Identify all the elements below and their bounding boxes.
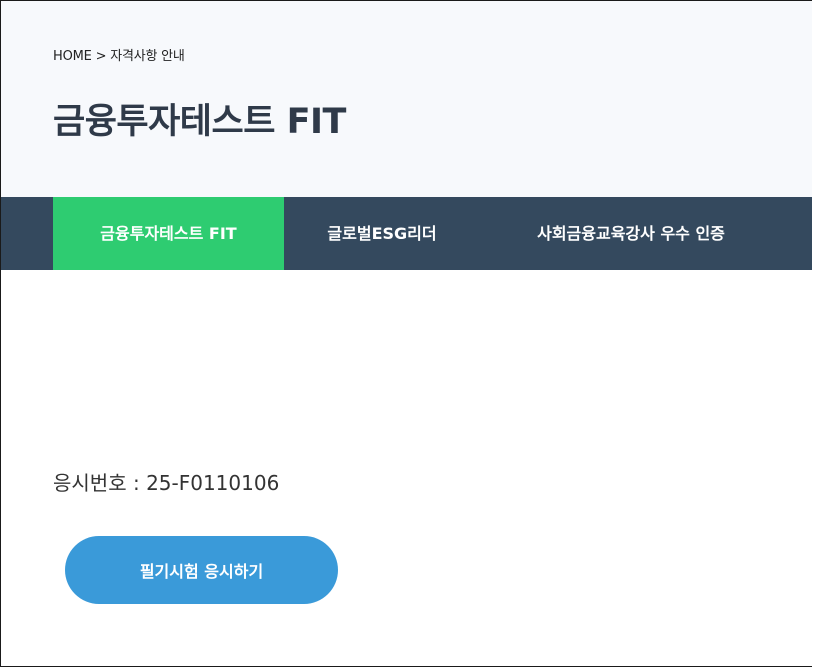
page-frame: HOME > 자격사항 안내 금융투자테스트 FIT 금융투자테스트 FIT 글…	[0, 0, 812, 667]
tab-fit[interactable]: 금융투자테스트 FIT	[53, 197, 284, 270]
page-title: 금융투자테스트 FIT	[53, 102, 346, 142]
exam-number: 응시번호 : 25-F0110106	[53, 467, 279, 496]
take-written-exam-button[interactable]: 필기시험 응시하기	[65, 536, 338, 604]
exam-number-label: 응시번호 :	[53, 471, 147, 495]
exam-number-value: 25-F0110106	[146, 471, 280, 495]
tab-social-finance-instructor[interactable]: 사회금융교육강사 우수 인증	[501, 197, 761, 270]
tab-global-esg-leader[interactable]: 글로벌ESG리더	[297, 197, 467, 270]
page-header: HOME > 자격사항 안내 금융투자테스트 FIT	[1, 1, 812, 197]
breadcrumb: HOME > 자격사항 안내	[53, 49, 185, 64]
tab-bar: 금융투자테스트 FIT 글로벌ESG리더 사회금융교육강사 우수 인증	[1, 197, 812, 270]
